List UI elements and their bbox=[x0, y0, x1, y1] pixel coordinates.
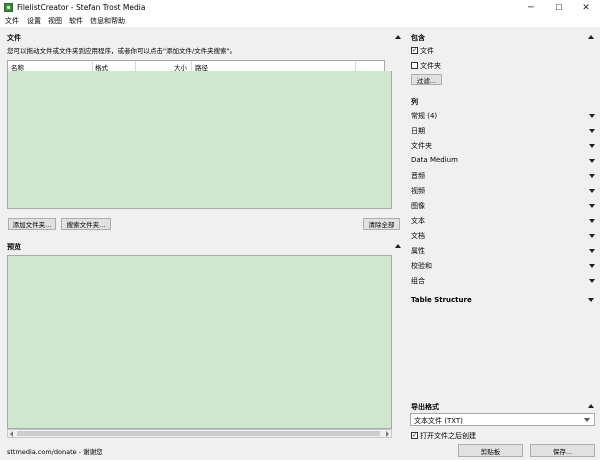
files-hint: 您可以拖动文件或文件夹到应用程序，或者你可以点击"添加文件/文件夹搜索"。 bbox=[7, 47, 237, 55]
preview-panel-title: 预览 bbox=[7, 243, 21, 251]
expand-down-icon[interactable] bbox=[589, 174, 595, 178]
column-group-label: 文本 bbox=[411, 217, 425, 225]
collapse-up-icon[interactable] bbox=[395, 244, 401, 248]
column-group-label: 常规 (4) bbox=[411, 112, 438, 120]
column-group-label: 日期 bbox=[411, 127, 425, 135]
open-after-create-checkbox[interactable]: ✓ bbox=[411, 432, 418, 439]
column-group-label: 图像 bbox=[411, 202, 425, 210]
column-group-label: 文件夹 bbox=[411, 142, 432, 150]
export-format-select[interactable]: 文本文件 (TXT) bbox=[410, 413, 595, 426]
app-icon bbox=[4, 3, 13, 12]
check-icon: ✓ bbox=[411, 431, 418, 439]
menu-info-help[interactable]: 信息和帮助 bbox=[89, 16, 126, 26]
column-group-data-medium[interactable]: Data Medium bbox=[411, 154, 595, 168]
maximize-button[interactable]: ☐ bbox=[545, 0, 573, 15]
column-group-combination[interactable]: 组合 bbox=[411, 274, 595, 288]
column-group-label: 文档 bbox=[411, 232, 425, 240]
file-list[interactable] bbox=[7, 71, 392, 209]
column-divider[interactable] bbox=[191, 61, 192, 71]
export-format-value: 文本文件 (TXT) bbox=[414, 417, 463, 425]
check-icon: ✓ bbox=[411, 46, 418, 54]
preview-area[interactable] bbox=[7, 255, 392, 429]
window-title: FilelistCreator - Stefan Trost Media bbox=[17, 3, 146, 12]
menu-view[interactable]: 视图 bbox=[47, 16, 63, 26]
expand-down-icon[interactable] bbox=[589, 264, 595, 268]
export-format-title: 导出格式 bbox=[411, 403, 439, 411]
collapse-up-icon[interactable] bbox=[395, 35, 401, 39]
files-checkbox-label: 文件 bbox=[420, 47, 434, 55]
column-group-document[interactable]: 文档 bbox=[411, 229, 595, 243]
column-group-label: Data Medium bbox=[411, 156, 458, 164]
column-group-image[interactable]: 图像 bbox=[411, 199, 595, 213]
clear-all-button[interactable]: 清除全部 bbox=[363, 218, 400, 230]
column-group-text[interactable]: 文本 bbox=[411, 214, 595, 228]
status-text: sttmedia.com/donate - 谢谢您 bbox=[7, 448, 103, 456]
column-group-date[interactable]: 日期 bbox=[411, 124, 595, 138]
column-group-label: 音频 bbox=[411, 172, 425, 180]
expand-down-icon[interactable] bbox=[589, 234, 595, 238]
chevron-down-icon bbox=[584, 418, 590, 422]
column-group-label: 校验和 bbox=[411, 262, 432, 270]
column-divider[interactable] bbox=[92, 61, 93, 71]
column-group-audio[interactable]: 音频 bbox=[411, 169, 595, 183]
save-button[interactable]: 保存... bbox=[530, 444, 595, 457]
table-structure-title: Table Structure bbox=[411, 296, 472, 304]
menu-bar: 文件 设置 视图 软件 信息和帮助 bbox=[0, 15, 600, 27]
expand-down-icon[interactable] bbox=[589, 129, 595, 133]
close-button[interactable]: ✕ bbox=[572, 0, 600, 15]
scroll-right-icon[interactable] bbox=[386, 431, 389, 437]
column-group-attributes[interactable]: 属性 bbox=[411, 244, 595, 258]
expand-down-icon[interactable] bbox=[589, 114, 595, 118]
collapse-up-icon[interactable] bbox=[588, 404, 594, 408]
columns-title: 列 bbox=[411, 98, 418, 106]
search-folder-button[interactable]: 搜索文件夹... bbox=[61, 218, 111, 230]
expand-down-icon[interactable] bbox=[589, 144, 595, 148]
horizontal-scrollbar[interactable] bbox=[7, 429, 392, 438]
column-divider[interactable] bbox=[135, 61, 136, 71]
expand-down-icon[interactable] bbox=[589, 159, 595, 163]
column-group-general[interactable]: 常规 (4) bbox=[411, 109, 595, 123]
files-checkbox[interactable]: ✓ bbox=[411, 47, 418, 54]
scroll-left-icon[interactable] bbox=[10, 431, 13, 437]
menu-software[interactable]: 软件 bbox=[68, 16, 84, 26]
clipboard-button[interactable]: 剪贴板 bbox=[458, 444, 523, 457]
menu-file[interactable]: 文件 bbox=[4, 16, 20, 26]
column-group-label: 视频 bbox=[411, 187, 425, 195]
column-group-video[interactable]: 视频 bbox=[411, 184, 595, 198]
filter-button[interactable]: 过滤... bbox=[411, 74, 442, 85]
menu-settings[interactable]: 设置 bbox=[26, 16, 42, 26]
add-folder-button[interactable]: 添加文件夹... bbox=[8, 218, 56, 230]
expand-down-icon[interactable] bbox=[589, 249, 595, 253]
expand-down-icon[interactable] bbox=[589, 219, 595, 223]
column-group-label: 属性 bbox=[411, 247, 425, 255]
expand-down-icon[interactable] bbox=[589, 279, 595, 283]
expand-down-icon[interactable] bbox=[589, 189, 595, 193]
title-bar: FilelistCreator - Stefan Trost Media ─ ☐… bbox=[0, 0, 600, 15]
collapse-up-icon[interactable] bbox=[588, 35, 594, 39]
column-divider[interactable] bbox=[355, 61, 356, 71]
folders-checkbox[interactable] bbox=[411, 62, 418, 69]
scroll-thumb[interactable] bbox=[17, 431, 380, 436]
column-group-checksum[interactable]: 校验和 bbox=[411, 259, 595, 273]
folders-checkbox-label: 文件夹 bbox=[420, 62, 441, 70]
files-panel-title: 文件 bbox=[7, 34, 21, 42]
column-group-folder[interactable]: 文件夹 bbox=[411, 139, 595, 153]
column-group-label: 组合 bbox=[411, 277, 425, 285]
open-after-create-label: 打开文件之后创建 bbox=[420, 432, 476, 440]
expand-down-icon[interactable] bbox=[588, 298, 594, 302]
include-title: 包含 bbox=[411, 34, 425, 42]
expand-down-icon[interactable] bbox=[589, 204, 595, 208]
minimize-button[interactable]: ─ bbox=[517, 0, 545, 15]
